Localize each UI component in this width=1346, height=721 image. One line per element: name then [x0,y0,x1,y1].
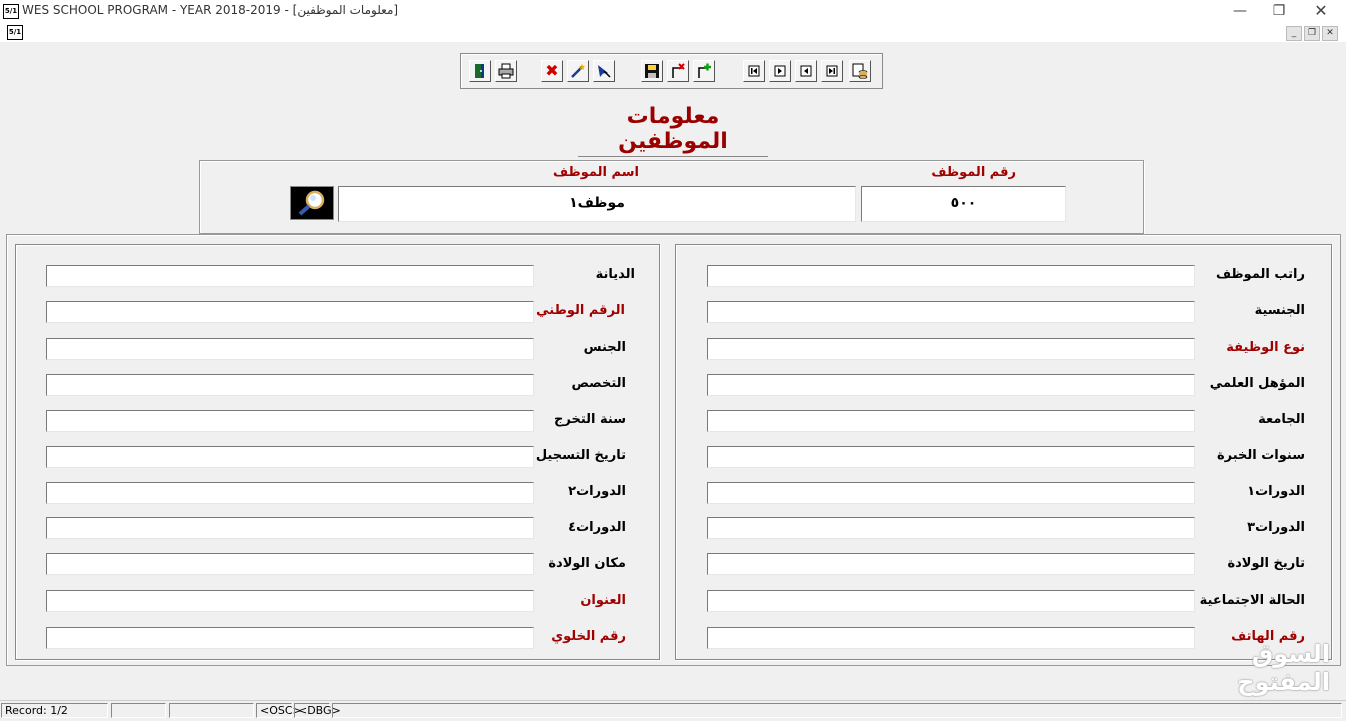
field-label: تاريخ الولادة [1227,556,1305,571]
exit-button[interactable] [469,60,491,82]
employee-name-field[interactable]: موظف١ [338,186,856,222]
job-type-field[interactable] [707,338,1195,360]
field-label: الديانة [595,267,635,282]
birth-date-field[interactable] [707,553,1195,575]
save-icon [645,64,659,78]
status-bar: Record: 1/2 <OSC> <DBG> [0,700,1346,721]
mdi-close-button[interactable]: ✕ [1322,26,1338,41]
mdi-restore-button[interactable]: ❐ [1304,26,1320,41]
salary-field[interactable] [707,265,1195,287]
status-cell-empty-2 [169,703,254,718]
edit-wand-icon [571,64,585,78]
address-field[interactable] [46,590,534,612]
record-counter: Record: 1/2 [1,703,108,718]
select-icon [598,65,611,78]
minimize-button[interactable]: — [1223,1,1257,21]
app-icon: 5/1 [3,4,19,19]
courses4-field[interactable] [46,517,534,539]
university-field[interactable] [707,410,1195,432]
field-label: راتب الموظف [1215,267,1305,282]
experience-years-field[interactable] [707,446,1195,468]
field-label: سنوات الخبرة [1216,448,1305,463]
specialization-field[interactable] [46,374,534,396]
religion-field[interactable] [46,265,534,287]
prev-record-button[interactable] [795,60,817,82]
watermark: السوق المفتوح opensooq.com [1170,640,1330,711]
courses3-field[interactable] [707,517,1195,539]
cancel-record-button[interactable] [667,60,689,82]
status-cell-message [332,703,1342,718]
cancel-record-icon [672,63,685,78]
registration-date-field[interactable] [46,446,534,468]
birth-place-field[interactable] [46,553,534,575]
last-record-button[interactable] [821,60,843,82]
search-button[interactable] [290,186,334,220]
mdi-app-icon: 5/1 [7,25,23,40]
select-button[interactable] [593,60,615,82]
field-label: التخصص [571,376,626,391]
close-button[interactable]: ✕ [1304,1,1338,21]
add-record-icon [698,63,711,78]
add-record-button[interactable] [693,60,715,82]
courses2-field[interactable] [46,482,534,504]
graduation-year-field[interactable] [46,410,534,432]
marital-status-field[interactable] [707,590,1195,612]
restore-button[interactable]: ❐ [1262,1,1296,21]
exit-door-icon [475,64,484,78]
watermark-text-ar: السوق المفتوح [1237,640,1330,696]
field-label: الجنسية [1254,303,1305,318]
field-label: الدورات٣ [1247,520,1305,535]
form-title: معلومات الموظفين [578,104,768,157]
field-label: العنوان [580,593,626,608]
magnifier-icon [298,190,325,216]
title-bar: 5/1 WES SCHOOL PROGRAM - YEAR 2018-2019 … [0,0,1346,22]
courses1-field[interactable] [707,482,1195,504]
next-record-icon [774,65,786,77]
window-title: WES SCHOOL PROGRAM - YEAR 2018-2019 - [م… [22,3,399,17]
national-id-field[interactable] [46,301,534,323]
database-button[interactable] [849,60,871,82]
phone-field[interactable] [707,627,1195,649]
first-record-button[interactable] [743,60,765,82]
edit-button[interactable] [567,60,589,82]
delete-icon: ✖ [545,61,559,80]
record-toolbar: ✖ [460,53,883,89]
print-icon [498,63,514,79]
last-record-icon [826,65,838,77]
employee-name-label: اسم الموظف [553,165,639,180]
mobile-field[interactable] [46,627,534,649]
field-label: سنة التخرج [554,412,626,427]
first-record-icon [748,65,760,77]
print-button[interactable] [495,60,517,82]
mdi-minimize-button[interactable]: _ [1286,26,1302,41]
osc-indicator: <OSC> [256,703,302,718]
field-label: الحالة الاجتماعية [1199,593,1305,608]
next-record-button[interactable] [769,60,791,82]
field-label: رقم الخلوي [551,629,626,644]
field-label: الرقم الوطني [536,303,625,318]
gender-field[interactable] [46,338,534,360]
qualification-field[interactable] [707,374,1195,396]
nationality-field[interactable] [707,301,1195,323]
field-label: نوع الوظيفة [1226,340,1305,355]
database-icon [852,63,868,79]
mdi-bar: 5/1 _ ❐ ✕ [0,22,1346,42]
dbg-indicator: <DBG> [294,703,341,718]
field-label: الجامعة [1258,412,1305,427]
field-label: مكان الولادة [548,556,626,571]
prev-record-icon [800,65,812,77]
field-label: الدورات٢ [568,484,626,499]
field-label: الجنس [583,340,626,355]
save-button[interactable] [641,60,663,82]
status-cell-empty-1 [111,703,166,718]
employee-no-label: رقم الموظف [931,165,1016,180]
field-label: تاريخ التسجيل [535,448,626,463]
field-label: المؤهل العلمي [1209,376,1305,391]
delete-button[interactable]: ✖ [541,60,563,82]
field-label: الدورات٤ [568,520,626,535]
employee-no-field[interactable]: ٥٠٠ [861,186,1066,222]
field-label: الدورات١ [1247,484,1305,499]
